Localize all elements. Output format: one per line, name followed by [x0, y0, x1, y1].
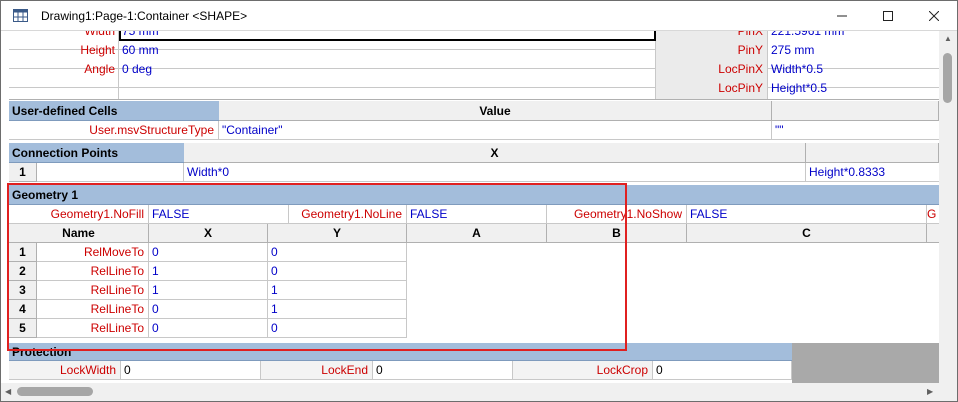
geometry-c-column[interactable]: C [687, 224, 927, 243]
width-value[interactable]: 75 mm [119, 31, 419, 40]
geometry-row-name: RelLineTo [37, 300, 149, 319]
geometry-row-name: RelMoveTo [37, 243, 149, 262]
geometry-row-x[interactable]: 0 [149, 319, 268, 338]
vertical-scrollbar[interactable]: ▲ [939, 31, 957, 383]
user-msvstructuretype-prompt[interactable]: "" [772, 121, 939, 140]
connection-x-column[interactable]: X [184, 143, 806, 163]
geometry-row-y[interactable]: 0 [268, 319, 407, 338]
geometry-nosnap-label: G [927, 205, 939, 224]
geometry-y-column[interactable]: Y [268, 224, 407, 243]
horizontal-scroll-thumb[interactable] [17, 387, 93, 396]
geometry-row-x[interactable]: 0 [149, 300, 268, 319]
lockcrop-label: LockCrop [513, 361, 653, 380]
locpiny-label: LocPinY [718, 81, 763, 95]
title-bar: Drawing1:Page-1:Container <SHAPE> [1, 1, 957, 31]
connection-points-section: Connection Points X 1 Width*0 Height*0.8… [9, 143, 939, 183]
geometry-b-column[interactable]: B [547, 224, 687, 243]
scroll-up-icon[interactable]: ▲ [944, 34, 952, 43]
locpinx-value[interactable]: Width*0.5 [768, 60, 938, 78]
geometry-noshow-label: Geometry1.NoShow [547, 205, 687, 224]
window-title: Drawing1:Page-1:Container <SHAPE> [41, 9, 248, 23]
geometry-noshow-value[interactable]: FALSE [687, 205, 927, 224]
angle-value[interactable]: 0 deg [119, 60, 419, 78]
connection-row-number[interactable]: 1 [9, 163, 37, 182]
geometry-row-x[interactable]: 1 [149, 281, 268, 300]
protection-section: Protection LockWidth 0 LockEnd 0 LockCro… [9, 343, 939, 383]
vertical-scroll-thumb[interactable] [943, 53, 952, 103]
lockend-label: LockEnd [261, 361, 373, 380]
geometry-nofill-value[interactable]: FALSE [149, 205, 289, 224]
shape-transform-section: Width 75 mm PinX 221.5961 mm Height 60 m… [1, 31, 939, 101]
scroll-right-icon[interactable]: ▶ [927, 387, 933, 396]
height-label: Height [80, 43, 115, 57]
lockwidth-value[interactable]: 0 [121, 361, 261, 380]
connection-row-name [37, 163, 184, 182]
horizontal-scrollbar[interactable]: ◀ ▶ [1, 383, 939, 401]
shapesheet-grid: Width 75 mm PinX 221.5961 mm Height 60 m… [1, 31, 939, 383]
shapesheet-window: Drawing1:Page-1:Container <SHAPE> Width … [0, 0, 958, 402]
locpinx-label: LocPinX [718, 62, 763, 76]
geometry-noline-value[interactable]: FALSE [407, 205, 547, 224]
locpiny-value[interactable]: Height*0.5 [768, 79, 938, 97]
geometry-name-column[interactable]: Name [9, 224, 149, 243]
connection-points-header[interactable]: Connection Points [9, 143, 184, 163]
maximize-icon [883, 11, 893, 21]
geometry-section: Geometry 1 Geometry1.NoFill FALSE Geomet… [9, 185, 939, 343]
geometry-nofill-label: Geometry1.NoFill [9, 205, 149, 224]
piny-label: PinY [737, 43, 763, 57]
user-defined-value-column[interactable]: Value [219, 101, 772, 121]
connection-y-column[interactable] [806, 143, 939, 163]
geometry-row-y[interactable]: 1 [268, 281, 407, 300]
user-defined-section: User-defined Cells Value User.msvStructu… [9, 101, 939, 141]
geometry-row-y[interactable]: 0 [268, 243, 407, 262]
geometry-noline-label: Geometry1.NoLine [289, 205, 407, 224]
geometry-row-x[interactable]: 1 [149, 262, 268, 281]
pinx-value[interactable]: 221.5961 mm [768, 31, 938, 40]
width-label: Width [84, 31, 115, 38]
geometry-row-name: RelLineTo [37, 319, 149, 338]
geometry-row-name: RelLineTo [37, 281, 149, 300]
minimize-button[interactable] [819, 1, 865, 31]
pinx-label: PinX [737, 31, 763, 38]
geometry-d-column[interactable] [927, 224, 939, 243]
geometry-row-x[interactable]: 0 [149, 243, 268, 262]
shapesheet-icon [13, 9, 28, 22]
protection-header[interactable]: Protection [9, 343, 792, 361]
height-value[interactable]: 60 mm [119, 41, 419, 59]
geometry-row-name: RelLineTo [37, 262, 149, 281]
maximize-button[interactable] [865, 1, 911, 31]
close-button[interactable] [911, 1, 957, 31]
angle-label: Angle [84, 62, 115, 76]
scrollbar-corner [939, 383, 957, 401]
scroll-left-icon[interactable]: ◀ [5, 387, 11, 396]
minimize-icon [837, 15, 847, 17]
geometry-a-column[interactable]: A [407, 224, 547, 243]
close-icon [929, 11, 939, 21]
user-defined-prompt-column[interactable] [772, 101, 939, 121]
connection-y-value[interactable]: Height*0.8333 [806, 163, 939, 182]
connection-x-value[interactable]: Width*0 [184, 163, 806, 182]
user-msvstructuretype-value[interactable]: "Container" [219, 121, 772, 140]
piny-value[interactable]: 275 mm [768, 41, 938, 59]
geometry-row-y[interactable]: 0 [268, 262, 407, 281]
empty-grid-area [792, 343, 939, 383]
geometry-row-y[interactable]: 1 [268, 300, 407, 319]
geometry-x-column[interactable]: X [149, 224, 268, 243]
geometry-header[interactable]: Geometry 1 [9, 185, 939, 205]
lockend-value[interactable]: 0 [373, 361, 513, 380]
user-defined-header[interactable]: User-defined Cells [9, 101, 219, 121]
lockwidth-label: LockWidth [9, 361, 121, 380]
geometry-row-number[interactable]: 5 [9, 319, 37, 338]
geometry-row-number[interactable]: 2 [9, 262, 37, 281]
geometry-row-number[interactable]: 1 [9, 243, 37, 262]
geometry-row-number[interactable]: 4 [9, 300, 37, 319]
user-msvstructuretype-label: User.msvStructureType [9, 121, 219, 140]
geometry-row-number[interactable]: 3 [9, 281, 37, 300]
lockcrop-value[interactable]: 0 [653, 361, 792, 380]
